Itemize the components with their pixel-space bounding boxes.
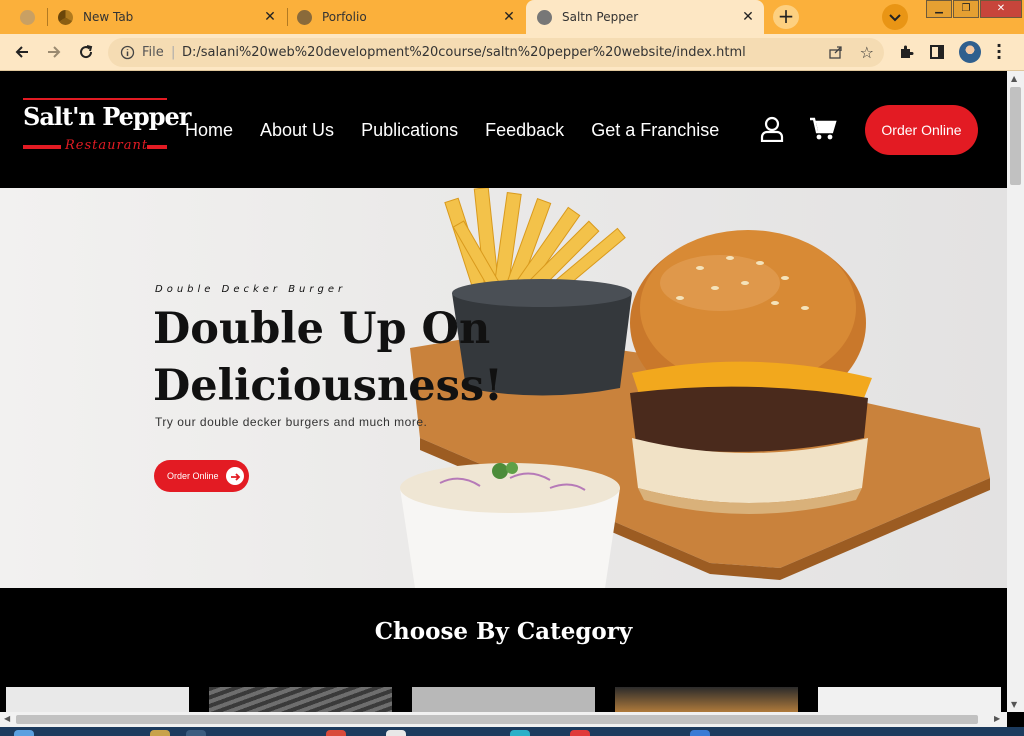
cart-icon[interactable] <box>809 117 837 145</box>
hero-section: Double Decker Burger Double Up On Delici… <box>0 188 1007 588</box>
category-card[interactable] <box>209 687 392 712</box>
extensions-icon[interactable] <box>896 42 916 62</box>
globe-icon <box>537 9 552 25</box>
bookmark-star-icon[interactable]: ☆ <box>860 43 874 62</box>
tab-blank[interactable] <box>10 0 46 34</box>
arrow-right-icon <box>48 46 61 58</box>
category-card[interactable] <box>615 687 798 712</box>
taskbar-app-icon[interactable] <box>326 730 346 736</box>
scroll-right-icon[interactable]: ▶ <box>994 714 1000 723</box>
divider: | <box>171 45 176 60</box>
logo-subtitle: Restaurant <box>65 138 149 153</box>
nav-about-us[interactable]: About Us <box>260 120 334 141</box>
scroll-down-icon[interactable]: ▼ <box>1011 700 1017 709</box>
vertical-scrollbar[interactable]: ▲ ▼ <box>1007 71 1024 712</box>
browser-tab-strip: New Tab ✕ Porfolio ✕ Saltn Pepper ✕ + ▁ … <box>0 0 1024 34</box>
site-logo[interactable]: Salt'n Pepper Restaurant <box>23 98 191 154</box>
taskbar-app-icon[interactable] <box>386 730 406 736</box>
back-button[interactable] <box>11 41 33 63</box>
category-title: Choose By Category <box>374 618 633 645</box>
tab-separator <box>47 8 48 26</box>
tab-separator <box>287 8 288 26</box>
taskbar-app-icon[interactable] <box>690 730 710 736</box>
profile-avatar[interactable] <box>959 41 981 63</box>
nav-feedback[interactable]: Feedback <box>485 120 564 141</box>
category-card[interactable] <box>412 687 595 712</box>
horizontal-scrollbar[interactable]: ◀ ▶ <box>0 712 1007 727</box>
page-viewport: Salt'n Pepper Restaurant Home About Us P… <box>0 71 1007 712</box>
taskbar-app-icon[interactable] <box>510 730 530 736</box>
scroll-up-icon[interactable]: ▲ <box>1011 74 1017 83</box>
hero-order-button[interactable]: Order Online <box>154 460 249 492</box>
taskbar-app-icon[interactable] <box>150 730 170 736</box>
logo-bar-right <box>147 145 167 149</box>
close-window-button[interactable]: ✕ <box>980 0 1022 18</box>
address-bar[interactable]: File | D:/salani%20web%20development%20c… <box>108 38 884 67</box>
window-controls: ▁ ❐ ✕ <box>925 0 1022 18</box>
logo-bar-left <box>23 145 61 149</box>
tab-title: New Tab <box>83 10 134 24</box>
restore-button[interactable]: ❐ <box>953 0 979 18</box>
scheme-label: File <box>142 45 164 60</box>
os-taskbar <box>0 727 1024 736</box>
arrow-right-icon <box>226 467 244 485</box>
category-card[interactable] <box>818 687 1001 712</box>
hero-title-line2: Deliciousness! <box>153 361 503 411</box>
close-tab-icon[interactable]: ✕ <box>262 9 278 25</box>
info-icon[interactable] <box>120 45 135 64</box>
close-tab-icon[interactable]: ✕ <box>740 9 756 25</box>
main-nav: Home About Us Publications Feedback Get … <box>185 120 746 141</box>
minimize-button[interactable]: ▁ <box>926 0 952 18</box>
new-tab-button[interactable]: + <box>773 5 799 29</box>
logo-rule <box>23 98 167 100</box>
nav-franchise[interactable]: Get a Franchise <box>591 120 719 141</box>
reload-button[interactable] <box>75 41 97 63</box>
tab-title: Saltn Pepper <box>562 10 639 24</box>
hero-order-label: Order Online <box>167 471 219 481</box>
url-text[interactable]: D:/salani%20web%20development%20course/s… <box>182 45 746 60</box>
menu-kebab-icon[interactable]: · · · <box>996 38 1002 66</box>
order-online-button[interactable]: Order Online <box>865 105 978 155</box>
hero-title-line1: Double Up On <box>153 304 491 354</box>
forward-button[interactable] <box>43 41 65 63</box>
tab-title: Porfolio <box>322 10 367 24</box>
tab-saltn-pepper[interactable]: Saltn Pepper ✕ <box>526 0 764 34</box>
tab-portfolio[interactable]: Porfolio ✕ <box>297 0 525 34</box>
tab-new-tab[interactable]: New Tab ✕ <box>58 0 286 34</box>
hero-title: Double Up On Deliciousness! <box>153 301 503 415</box>
taskbar-app-icon[interactable] <box>186 730 206 736</box>
hero-eyebrow: Double Decker Burger <box>155 284 347 295</box>
scrollbar-thumb[interactable] <box>16 715 978 724</box>
scrollbar-thumb[interactable] <box>1010 87 1021 185</box>
hero-subtitle: Try our double decker burgers and much m… <box>155 415 428 429</box>
logo-brand: Salt'n Pepper <box>23 102 191 131</box>
tab-search-button[interactable] <box>882 4 908 30</box>
site-header: Salt'n Pepper Restaurant Home About Us P… <box>0 71 1007 188</box>
close-tab-icon[interactable]: ✕ <box>501 9 517 25</box>
nav-home[interactable]: Home <box>185 120 233 141</box>
start-icon[interactable] <box>14 730 34 736</box>
chevron-down-icon <box>889 14 901 22</box>
reload-icon <box>80 45 93 59</box>
user-icon[interactable] <box>760 116 784 146</box>
globe-icon <box>297 9 312 25</box>
taskbar-app-icon[interactable] <box>570 730 590 736</box>
browser-toolbar: File | D:/salani%20web%20development%20c… <box>0 34 1024 71</box>
globe-icon <box>20 9 35 25</box>
chrome-icon <box>58 9 73 25</box>
category-section: Choose By Category <box>0 588 1007 712</box>
category-card[interactable] <box>6 687 189 712</box>
scroll-left-icon[interactable]: ◀ <box>4 714 10 723</box>
nav-publications[interactable]: Publications <box>361 120 458 141</box>
arrow-left-icon <box>15 46 28 58</box>
share-icon[interactable] <box>828 44 844 64</box>
side-panel-icon[interactable] <box>927 42 947 62</box>
